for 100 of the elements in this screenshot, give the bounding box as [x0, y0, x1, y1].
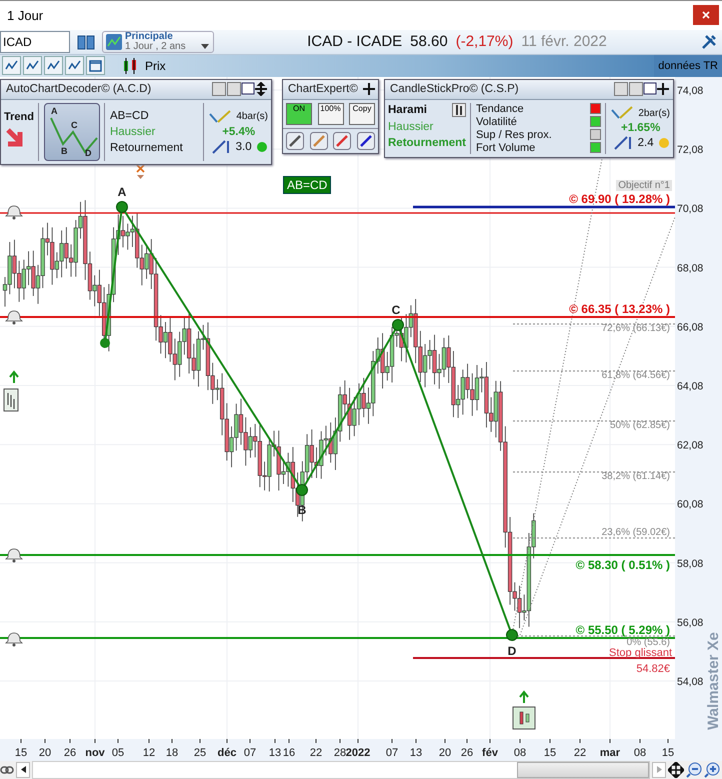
panel-tools-icon[interactable]	[212, 82, 268, 96]
date-axis-label: 28	[334, 746, 346, 759]
fibonacci-label: 23,6% (59.02€)	[602, 526, 670, 538]
date-axis-label: 22	[310, 746, 322, 759]
price-axis-label: 74,08	[677, 84, 704, 97]
risk-reward-ratio: 2.4	[638, 137, 654, 150]
panel-title: AutoChartDecoder© (A.C.D)	[6, 83, 152, 96]
date-axis-label: 12	[142, 746, 156, 759]
date-axis-label: 07	[244, 746, 256, 759]
gain-value: +5.4%	[222, 126, 256, 138]
pattern-direction: Haussier	[110, 126, 156, 138]
price-level-label: © 69.90 ( 19.28% )	[569, 192, 670, 206]
link-icon[interactable]	[0, 764, 14, 775]
candlestick-icon	[121, 56, 139, 75]
instrument-name: ICAD - ICADE	[307, 33, 402, 50]
symbol-input[interactable]: ICAD	[0, 30, 70, 53]
risk-reward-ratio: 3.0	[236, 140, 252, 153]
date-axis-label: 13	[268, 746, 282, 759]
date-axis-label: 05	[112, 746, 124, 759]
date-axis-label: 16	[282, 746, 296, 759]
date-axis-label: 2022	[346, 746, 370, 759]
bar-count: 4bar(s)	[236, 111, 268, 122]
risk-reward-icon	[612, 135, 633, 152]
settings-icon[interactable]	[700, 32, 718, 51]
price-axis-label: 66,08	[677, 321, 704, 334]
right-arrow-icon	[656, 766, 662, 774]
cross-marker-icon	[136, 164, 145, 179]
price-axis-label: 58,08	[677, 558, 704, 570]
target-line-icon	[209, 108, 232, 125]
date-axis-label: 15	[544, 746, 556, 759]
data-feed-label: données TR	[654, 54, 722, 77]
candle-signal-icon[interactable]	[512, 690, 536, 730]
date-axis-label: 08	[514, 746, 526, 759]
left-arrow-icon	[20, 766, 26, 774]
date-axis-label: 26	[460, 746, 474, 759]
date-axis-label: 25	[194, 746, 206, 759]
zoom-in-icon[interactable]	[704, 762, 720, 778]
alert-bell-icon[interactable]	[6, 310, 22, 324]
pattern-type: Retournement	[110, 142, 184, 154]
date-axis-label: mar	[600, 746, 620, 759]
date-axis-label: 18	[166, 746, 178, 759]
price-axis-label: 54,08	[677, 676, 704, 688]
window-button[interactable]	[86, 56, 105, 76]
zoom-out-icon[interactable]	[686, 762, 702, 778]
alert-bell-icon[interactable]	[6, 548, 22, 562]
bar-count: 2bar(s)	[638, 108, 670, 119]
price-axis-label: 64,08	[677, 380, 704, 392]
alert-bell-icon[interactable]	[6, 205, 22, 220]
price-axis-label: 56,08	[677, 616, 704, 629]
price-level-label: © 55.50 ( 5.29% )	[576, 622, 670, 637]
date-axis-label: fév	[482, 746, 498, 759]
date-axis-label: 20	[38, 746, 52, 759]
last-price: 58.60	[410, 33, 448, 50]
signal-marker-icon[interactable]	[4, 370, 19, 412]
expert-toggle-button[interactable]: ON	[286, 102, 312, 125]
gain-value: +1.65%	[620, 122, 660, 134]
date-axis-label: 15	[14, 746, 28, 759]
brand-label: Walmaster Xe	[706, 630, 722, 732]
trend-label: Trend	[4, 111, 34, 124]
fibonacci-label: 38,2% (61.14€)	[602, 470, 670, 482]
criterion-label: Fort Volume	[476, 142, 536, 154]
stop-price-label: 54.82€	[636, 662, 670, 675]
scroll-left-button[interactable]	[16, 762, 30, 778]
target-line-icon	[611, 105, 634, 122]
panel-title: ChartExpert©	[288, 83, 358, 96]
fibonacci-label: 61,8% (64.56€)	[602, 370, 670, 381]
alert-bell-icon[interactable]	[6, 632, 22, 646]
fibonacci-label: 0% (55.6)	[626, 636, 670, 648]
date-axis-label: nov	[85, 746, 105, 759]
price-level-label: © 58.30 ( 0.51% )	[576, 558, 670, 572]
stop-label: Stop glissant	[609, 646, 672, 659]
window-icon	[89, 59, 102, 72]
pattern-tag: AB=CD	[283, 176, 332, 194]
scroll-thumb[interactable]	[517, 762, 649, 778]
date-axis-label: 13	[410, 746, 422, 759]
pattern-direction: Haussier	[388, 120, 434, 133]
chart-layout-icon	[106, 34, 122, 50]
quote-date: 11 févr. 2022	[521, 33, 607, 50]
risk-reward-icon	[210, 138, 231, 155]
pattern-point-label: C	[392, 302, 400, 317]
price-change: (-2,17%)	[456, 33, 514, 50]
fibonacci-label: 50% (62.85€)	[610, 420, 670, 431]
pattern-thumbnail-button[interactable]: A B C D	[44, 102, 100, 161]
close-button[interactable]	[693, 5, 719, 26]
layout-dropdown[interactable]: Principale 1 Jour , 2 ans	[102, 30, 214, 53]
panel-tools-icon[interactable]	[614, 82, 670, 96]
price-level-label: © 66.35 ( 13.23% )	[569, 302, 670, 316]
price-axis-label: 72,08	[677, 144, 704, 156]
price-axis-label: 68,08	[677, 262, 704, 274]
caret-icon	[201, 44, 209, 49]
pattern-name: AB=CD	[110, 110, 150, 122]
price-axis-label: 62,08	[677, 439, 704, 452]
expert-toggle-button[interactable]: 100%	[318, 102, 344, 125]
date-axis-label: 08	[634, 746, 646, 759]
panel-title: CandleStickPro© (C.S.P)	[390, 83, 519, 96]
objective-label: Objectif n°1	[616, 180, 672, 191]
series-label: Prix	[145, 58, 166, 73]
expert-toggle-button[interactable]: Copy	[349, 102, 375, 125]
criterion-label: Sup / Res prox.	[476, 128, 552, 141]
close-icon	[702, 11, 710, 20]
